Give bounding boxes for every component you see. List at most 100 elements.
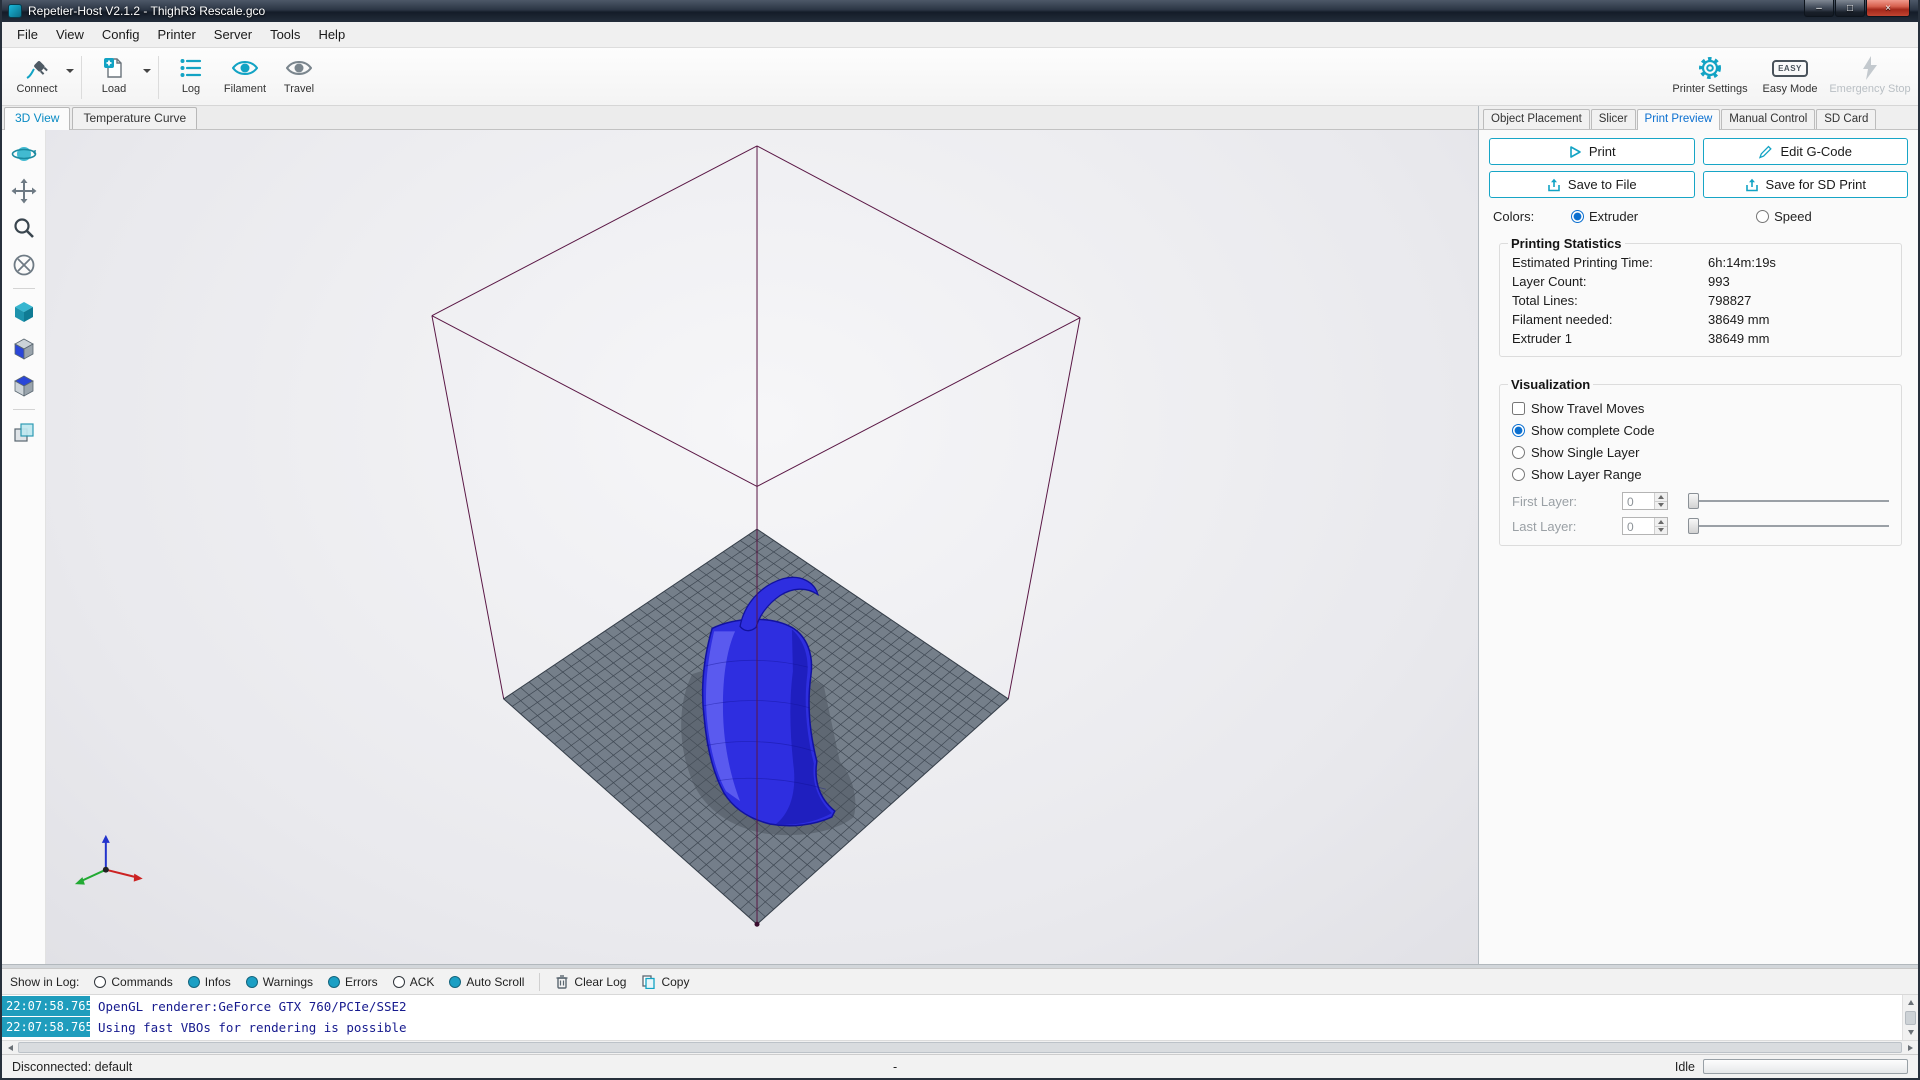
top-view-button[interactable] [10, 372, 38, 400]
zoom-icon [13, 218, 34, 238]
autoscroll-toggle[interactable]: Auto Scroll [449, 975, 524, 989]
scroll-up-button[interactable] [1903, 995, 1918, 1010]
first-layer-slider[interactable] [1688, 492, 1889, 510]
show-complete-code-radio[interactable] [1512, 424, 1525, 437]
copy-button[interactable]: Copy [641, 974, 689, 989]
maximize-button[interactable]: □ [1835, 0, 1865, 17]
commands-toggle[interactable]: Commands [94, 975, 173, 989]
faces-view-button[interactable] [10, 419, 38, 447]
scroll-left-button[interactable] [2, 1041, 18, 1054]
scroll-down-button[interactable] [1903, 1025, 1918, 1040]
scroll-thumb[interactable] [18, 1042, 1902, 1053]
tab-print-preview[interactable]: Print Preview [1636, 109, 1721, 130]
errors-toggle[interactable]: Errors [328, 975, 378, 989]
scroll-right-button[interactable] [1902, 1041, 1918, 1054]
close-button[interactable]: × [1866, 0, 1910, 17]
spinner-up-icon[interactable] [1655, 518, 1667, 526]
log-vertical-scrollbar[interactable] [1902, 995, 1918, 1040]
tab-manual-control[interactable]: Manual Control [1721, 109, 1816, 129]
clear-log-button[interactable]: Clear Log [555, 974, 626, 989]
rotate-view-button[interactable] [10, 140, 38, 168]
toggle-circle-icon [187, 975, 200, 988]
spinner-up-icon[interactable] [1655, 493, 1667, 501]
save-for-sd-button[interactable]: Save for SD Print [1702, 171, 1908, 198]
filament-label: Filament [223, 83, 267, 95]
app-window: Repetier-Host V2.1.2 - ThighR3 Rescale.g… [0, 0, 1920, 1080]
extruder-radio-label: Extruder [1589, 209, 1639, 224]
show-single-layer-radio[interactable] [1512, 446, 1525, 459]
tab-slicer[interactable]: Slicer [1590, 109, 1636, 129]
travel-eye-icon [286, 54, 312, 82]
slider-thumb[interactable] [1688, 493, 1699, 509]
speed-radio[interactable] [1756, 210, 1770, 223]
log-toggle-button[interactable]: Log [164, 50, 218, 105]
top-view-icon [13, 375, 34, 397]
extruder-radio[interactable] [1571, 210, 1584, 223]
chevron-down-icon [66, 69, 74, 73]
load-button[interactable]: Load [87, 50, 141, 105]
emergency-stop-label: Emergency Stop [1829, 83, 1911, 95]
menu-item-tools[interactable]: Tools [261, 23, 309, 46]
zoom-button[interactable] [10, 214, 38, 242]
app-icon [8, 4, 22, 18]
easy-mode-button[interactable]: EASY Easy Mode [1750, 50, 1830, 105]
view-tool-strip [2, 130, 46, 964]
trash-icon [556, 975, 568, 989]
printing-statistics-group: Printing Statistics Estimated Printing T… [1499, 236, 1902, 357]
tab-sd-card[interactable]: SD Card [1816, 109, 1877, 129]
save-to-file-button[interactable]: Save to File [1489, 171, 1695, 198]
tab-temperature-curve[interactable]: Temperature Curve [72, 107, 198, 129]
menu-item-view[interactable]: View [47, 23, 93, 46]
edit-gcode-button[interactable]: Edit G-Code [1702, 138, 1908, 165]
rotate-view-icon [11, 147, 36, 161]
scroll-thumb[interactable] [1905, 1011, 1916, 1025]
colors-label: Colors: [1493, 209, 1535, 224]
print-button[interactable]: Print [1489, 138, 1695, 165]
show-travel-moves-checkbox[interactable] [1512, 402, 1525, 415]
triangle-down-icon [1907, 1030, 1914, 1035]
slider-thumb[interactable] [1688, 518, 1699, 534]
infos-toggle[interactable]: Infos [187, 974, 231, 989]
log-horizontal-scrollbar[interactable] [2, 1040, 1918, 1054]
tab-object-placement[interactable]: Object Placement [1483, 109, 1590, 129]
front-view-button[interactable] [10, 335, 38, 363]
ack-toggle[interactable]: ACK [392, 975, 434, 989]
menu-item-printer[interactable]: Printer [148, 23, 204, 46]
menu-item-server[interactable]: Server [205, 23, 261, 46]
log-timestamp: 22:07:58.765 [2, 996, 93, 1016]
stat-label: Total Lines: [1512, 293, 1578, 308]
emergency-stop-button[interactable]: Emergency Stop [1829, 50, 1911, 105]
main-toolbar: Connect Load Log Filament Travel Printer… [2, 48, 1918, 106]
tab-3d-view[interactable]: 3D View [4, 107, 71, 130]
first-layer-spinner[interactable]: 0 [1622, 492, 1668, 510]
menu-item-help[interactable]: Help [309, 23, 354, 46]
copy-icon [642, 975, 656, 989]
connect-dropdown[interactable] [64, 54, 76, 88]
menu-item-config[interactable]: Config [93, 23, 149, 46]
move-view-button[interactable] [10, 177, 38, 205]
slider-groove [1688, 525, 1889, 527]
scroll-track[interactable] [18, 1041, 1902, 1054]
last-layer-slider[interactable] [1688, 517, 1889, 535]
spinner-down-icon[interactable] [1655, 500, 1667, 509]
viewport-3d[interactable] [46, 130, 1478, 964]
warnings-toggle[interactable]: Warnings [245, 975, 313, 989]
show-complete-code-label: Show complete Code [1531, 423, 1655, 438]
printer-settings-button[interactable]: Printer Settings [1670, 50, 1750, 105]
filament-toggle-button[interactable]: Filament [218, 50, 272, 105]
center-view-button[interactable] [10, 251, 38, 279]
scroll-track[interactable] [1903, 1010, 1918, 1025]
infos-toggle-label: Infos [204, 974, 231, 989]
lightning-icon [1860, 54, 1880, 82]
minimize-button[interactable]: – [1804, 0, 1834, 17]
last-layer-spinner[interactable]: 0 [1622, 517, 1668, 535]
load-dropdown[interactable] [141, 54, 153, 88]
visualization-group: Visualization Show Travel Moves Show com… [1499, 377, 1902, 546]
show-layer-range-radio[interactable] [1512, 468, 1525, 481]
menu-item-file[interactable]: File [8, 23, 47, 46]
travel-toggle-button[interactable]: Travel [272, 50, 326, 105]
spinner-down-icon[interactable] [1655, 525, 1667, 534]
connect-button[interactable]: Connect [10, 50, 64, 105]
iso-view-button[interactable] [10, 298, 38, 326]
log-row: 22:07:58.765 OpenGL renderer:GeForce GTX… [2, 996, 1902, 1016]
